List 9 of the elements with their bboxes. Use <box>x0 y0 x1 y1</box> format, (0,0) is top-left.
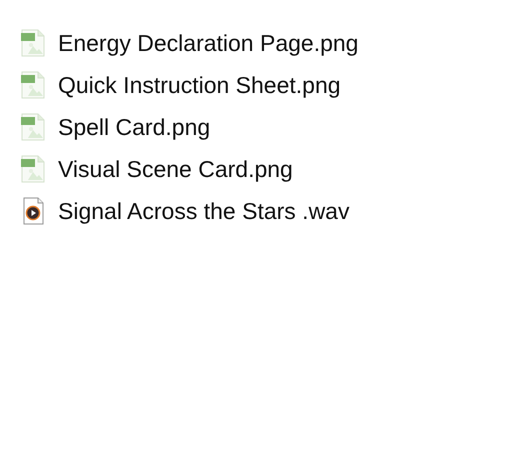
image-file-icon <box>20 155 46 183</box>
image-file-icon <box>20 71 46 99</box>
file-name[interactable]: Visual Scene Card.png <box>58 152 293 186</box>
image-file-icon <box>20 29 46 57</box>
image-file-icon <box>20 113 46 141</box>
file-name[interactable]: Energy Declaration Page.png <box>58 26 358 60</box>
file-name[interactable]: Spell Card.png <box>58 110 210 144</box>
file-name[interactable]: Signal Across the Stars .wav <box>58 194 350 228</box>
file-name[interactable]: Quick Instruction Sheet.png <box>58 68 341 102</box>
